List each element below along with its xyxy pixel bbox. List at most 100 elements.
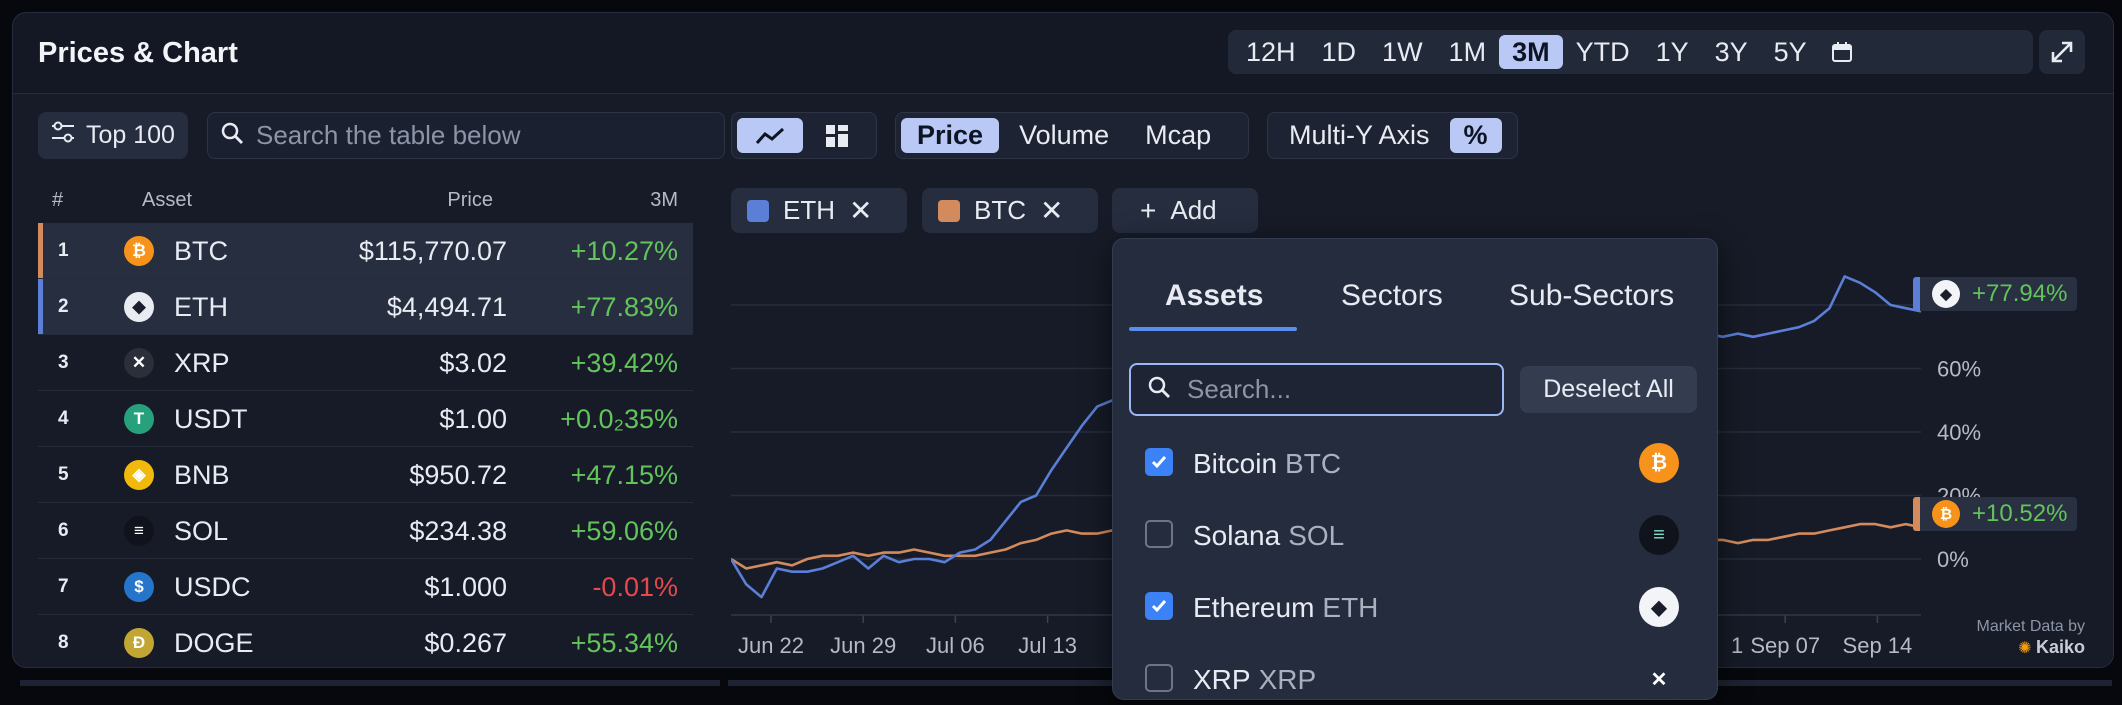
grid-icon[interactable] (807, 118, 867, 153)
axis-toggle: Multi-Y Axis % (1267, 112, 1518, 159)
series-chip-eth: ETH ✕ (731, 188, 907, 233)
table-row[interactable]: 5 ◈ BNB $950.72 +47.15% (38, 447, 693, 503)
asset-ticker: BTC (1285, 448, 1342, 479)
row-symbol: USDT (174, 404, 248, 434)
remove-eth-close-icon[interactable]: ✕ (849, 196, 872, 225)
row-change: +55.34% (570, 628, 678, 658)
table-row[interactable]: 6 ≡ SOL $234.38 +59.06% (38, 503, 693, 559)
kaiko-logo-icon: ✺ (2018, 640, 2032, 657)
btc-swatch (938, 199, 960, 222)
bitcoin-icon: ₿ (1932, 500, 1960, 528)
row-price: $950.72 (409, 460, 507, 490)
table-row[interactable]: 3 ✕ XRP $3.02 +39.42% (38, 335, 693, 391)
asset-checkbox[interactable] (1145, 592, 1173, 620)
row-change: +10.27% (570, 236, 678, 266)
eth-end-bar (1913, 277, 1920, 311)
selected-row-indicator (38, 279, 43, 334)
asset-option-eth[interactable]: Ethereum ETH ◆ (1145, 583, 1695, 633)
calendar-icon[interactable] (1820, 35, 1864, 69)
top-100-filter-button[interactable]: Top 100 (38, 112, 188, 159)
row-symbol: BTC (174, 236, 228, 266)
xrp-icon: ✕ (1639, 659, 1679, 699)
asset-checkbox[interactable] (1145, 664, 1173, 692)
header-asset[interactable]: Asset (142, 189, 192, 212)
ethereum-icon: ◆ (124, 292, 154, 322)
add-series-button[interactable]: + Add (1112, 188, 1258, 233)
btc-end-label: ₿ +10.52% (1913, 497, 2078, 531)
period-1m[interactable]: 1M (1436, 35, 1500, 69)
tab-sub-sectors[interactable]: Sub-Sectors (1509, 279, 1674, 313)
active-tab-indicator (1129, 327, 1297, 331)
asset-option-sol[interactable]: Solana SOL ≡ (1145, 511, 1695, 561)
dogecoin-icon: Ð (124, 628, 154, 658)
selected-row-indicator (38, 223, 43, 278)
asset-option-btc[interactable]: Bitcoin BTC ₿ (1145, 439, 1695, 489)
asset-checkbox[interactable] (1145, 448, 1173, 476)
row-change: -0.01% (592, 572, 678, 602)
plus-icon: + (1140, 194, 1157, 226)
table-header: # Asset Price 3M (38, 185, 693, 215)
row-symbol: BNB (174, 460, 230, 490)
metric-price[interactable]: Price (901, 118, 1000, 153)
deselect-all-button[interactable]: Deselect All (1520, 366, 1697, 413)
table-row[interactable]: 1 ₿ BTC $115,770.07 +10.27% (38, 223, 693, 279)
metric-volume[interactable]: Volume (1003, 118, 1125, 153)
period-1w[interactable]: 1W (1369, 35, 1436, 69)
header-change[interactable]: 3M (650, 189, 678, 212)
x-tick-label: Jul 06 (926, 633, 985, 658)
row-rank: 3 (58, 352, 69, 373)
table-row[interactable]: 8 Ð DOGE $0.267 +55.34% (38, 615, 693, 667)
multi-y-axis-toggle[interactable]: Multi-Y Axis (1273, 118, 1446, 153)
asset-name: Ethereum (1193, 592, 1315, 623)
period-3y[interactable]: 3Y (1702, 35, 1761, 69)
asset-name: XRP (1193, 664, 1251, 695)
row-rank: 5 (58, 464, 69, 485)
ethereum-icon: ◆ (1932, 280, 1960, 308)
percent-toggle[interactable]: % (1449, 118, 1502, 153)
row-price: $3.02 (439, 348, 507, 378)
solana-icon: ≡ (1639, 515, 1679, 555)
period-12h[interactable]: 12H (1233, 35, 1309, 69)
table-row[interactable]: 2 ◆ ETH $4,494.71 +77.83% (38, 279, 693, 335)
asset-checkbox[interactable] (1145, 520, 1173, 548)
eth-end-value: +77.94% (1972, 280, 2068, 307)
table-search (207, 112, 725, 159)
table-row[interactable]: 7 $ USDC $1.000 -0.01% (38, 559, 693, 615)
x-tick-label: Sep 14 (1843, 633, 1913, 658)
table-row[interactable]: 4 T USDT $1.00 +0.0₂35% (38, 391, 693, 447)
table-search-input[interactable] (254, 119, 718, 152)
remove-btc-close-icon[interactable]: ✕ (1040, 196, 1063, 225)
asset-option-label: XRP XRP (1193, 664, 1316, 696)
eth-swatch (747, 199, 769, 222)
next-panel-edge-left (20, 680, 720, 686)
row-change: +77.83% (570, 292, 678, 322)
add-asset-dropdown: Assets Sectors Sub-Sectors Deselect All … (1112, 238, 1718, 700)
row-rank: 1 (58, 240, 69, 261)
tab-assets[interactable]: Assets (1165, 279, 1263, 313)
period-5y[interactable]: 5Y (1761, 35, 1820, 69)
row-price: $1.000 (424, 572, 507, 602)
header-price[interactable]: Price (447, 189, 493, 212)
line-chart-icon[interactable] (737, 118, 803, 153)
tab-sectors[interactable]: Sectors (1341, 279, 1443, 313)
period-1y[interactable]: 1Y (1643, 35, 1702, 69)
row-price: $115,770.07 (358, 236, 507, 266)
row-price: $1.00 (439, 404, 507, 434)
expand-icon[interactable] (2039, 30, 2085, 74)
market-data-source: Market Data by ✺ Kaiko (1977, 617, 2085, 659)
row-rank: 7 (58, 576, 69, 597)
x-tick-label: Sep 07 (1750, 633, 1820, 658)
eth-chip-label: ETH (783, 195, 835, 225)
asset-search-input[interactable] (1185, 373, 1479, 406)
metric-toggle: Price Volume Mcap (895, 112, 1249, 159)
btc-chip-label: BTC (974, 195, 1026, 225)
period-1d[interactable]: 1D (1309, 35, 1370, 69)
row-rank: 8 (58, 632, 69, 653)
row-price: $234.38 (409, 516, 507, 546)
metric-mcap[interactable]: Mcap (1129, 118, 1227, 153)
bnb-icon: ◈ (124, 460, 154, 490)
row-change: +47.15% (570, 460, 678, 490)
period-ytd[interactable]: YTD (1563, 35, 1643, 69)
period-3m[interactable]: 3M (1499, 35, 1563, 69)
asset-option-xrp[interactable]: XRP XRP ✕ (1145, 655, 1695, 705)
